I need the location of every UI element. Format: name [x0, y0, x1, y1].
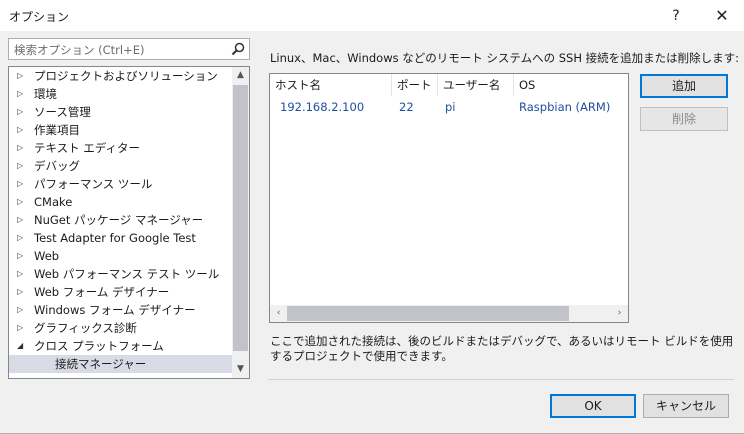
- cancel-button[interactable]: キャンセル: [643, 394, 729, 418]
- tree-item-label: Web: [34, 249, 60, 263]
- tree-item-label: 環境: [34, 87, 57, 101]
- expand-arrow-icon[interactable]: ▷: [17, 85, 27, 103]
- tree-item[interactable]: ▷ Web パフォーマンス テスト ツール: [9, 265, 232, 283]
- tree-item-label: Web パフォーマンス テスト ツール: [34, 267, 220, 281]
- expand-arrow-icon[interactable]: ▷: [17, 193, 27, 211]
- cell-os: Raspbian (ARM): [519, 100, 611, 114]
- expand-arrow-icon[interactable]: ▷: [17, 301, 27, 319]
- tree-item[interactable]: ▷ 作業項目: [9, 121, 232, 139]
- tree-item-label: ソース管理: [34, 105, 91, 119]
- options-tree[interactable]: ▷ プロジェクトおよびソリューション ▷ 環境 ▷ ソース管理 ▷ 作業項目 ▷ テキスト…: [8, 66, 250, 379]
- tree-vertical-scrollbar[interactable]: ▲ ▼: [232, 67, 249, 378]
- expand-arrow-icon[interactable]: ▷: [17, 67, 27, 85]
- expand-arrow-icon[interactable]: ▷: [17, 139, 27, 157]
- expand-arrow-icon[interactable]: ▷: [17, 229, 27, 247]
- add-button[interactable]: 追加: [640, 74, 728, 98]
- connections-note: ここで追加された接続は、後のビルドまたはデバッグで、あるいはリモート ビルドを使…: [270, 334, 734, 363]
- tree-item-label: 接続マネージャー: [55, 357, 147, 371]
- expand-arrow-icon[interactable]: ▷: [17, 247, 27, 265]
- tree-item-label: CMake: [34, 195, 73, 209]
- expand-arrow-icon[interactable]: ▷: [17, 103, 27, 121]
- connections-list[interactable]: ホスト名 ポート ユーザー名 OS 192.168.2.100 22 pi Ra…: [269, 73, 629, 323]
- expand-arrow-icon[interactable]: ▷: [17, 319, 27, 337]
- expand-arrow-icon[interactable]: ▷: [17, 211, 27, 229]
- collapse-arrow-icon[interactable]: ◢: [17, 337, 27, 355]
- column-header-os[interactable]: OS: [514, 74, 628, 96]
- list-horizontal-scrollbar[interactable]: ‹ ›: [270, 305, 628, 322]
- tree-item[interactable]: ▷ Web フォーム デザイナー: [9, 283, 232, 301]
- tree-item[interactable]: ▷ デバッグ: [9, 157, 232, 175]
- tree-item-label: グラフィックス診断: [34, 321, 137, 335]
- expand-arrow-icon[interactable]: ▷: [17, 175, 27, 193]
- cell-host: 192.168.2.100: [280, 100, 365, 114]
- scroll-down-icon[interactable]: ▼: [232, 361, 249, 378]
- scroll-up-icon[interactable]: ▲: [232, 67, 249, 84]
- tree-item-label: 作業項目: [34, 123, 80, 137]
- tree-item-label: テキスト エディター: [34, 141, 141, 155]
- expand-arrow-icon[interactable]: ▷: [17, 121, 27, 139]
- column-header-user[interactable]: ユーザー名: [438, 74, 514, 96]
- remove-button[interactable]: 削除: [640, 107, 728, 131]
- divider: [268, 379, 734, 380]
- scroll-thumb[interactable]: [233, 85, 248, 351]
- connections-description: Linux、Mac、Windows などのリモート システムへの SSH 接続を…: [270, 51, 740, 65]
- tree-item-label: Windows フォーム デザイナー: [34, 303, 196, 317]
- expand-arrow-icon[interactable]: ▷: [17, 157, 27, 175]
- search-placeholder: 検索オプション (Ctrl+E): [14, 43, 145, 57]
- tree-item[interactable]: ▷ グラフィックス診断: [9, 319, 232, 337]
- column-header-host[interactable]: ホスト名: [270, 74, 392, 96]
- cell-port: 22: [399, 100, 414, 114]
- tree-item-label: デバッグ: [34, 159, 80, 173]
- title-bar: オプション ? ✕: [0, 0, 744, 31]
- scroll-thumb[interactable]: [287, 306, 569, 321]
- tree-item[interactable]: ▷ CMake: [9, 193, 232, 211]
- scroll-right-icon[interactable]: ›: [611, 305, 628, 322]
- tree-item-label: パフォーマンス ツール: [34, 177, 153, 191]
- tree-item-label: NuGet パッケージ マネージャー: [34, 213, 204, 227]
- tree-item[interactable]: ▷ プロジェクトおよびソリューション: [9, 67, 232, 85]
- search-icon[interactable]: [230, 41, 246, 57]
- tree-item[interactable]: ▷ テキスト エディター: [9, 139, 232, 157]
- scroll-left-icon[interactable]: ‹: [270, 305, 287, 322]
- help-button[interactable]: ?: [654, 0, 698, 31]
- expand-arrow-icon[interactable]: ▷: [17, 265, 27, 283]
- expand-arrow-icon[interactable]: ▷: [17, 283, 27, 301]
- tree-item[interactable]: ▷ Web: [9, 247, 232, 265]
- tree-item[interactable]: ▷ 環境: [9, 85, 232, 103]
- tree-item[interactable]: ▷ NuGet パッケージ マネージャー: [9, 211, 232, 229]
- search-input[interactable]: 検索オプション (Ctrl+E): [8, 38, 250, 60]
- column-header-port[interactable]: ポート: [392, 74, 438, 96]
- close-button[interactable]: ✕: [700, 0, 744, 31]
- tree-item[interactable]: ▷ パフォーマンス ツール: [9, 175, 232, 193]
- tree-item-label: Test Adapter for Google Test: [34, 231, 196, 245]
- tree-item-connection-manager[interactable]: 接続マネージャー: [9, 355, 232, 373]
- tree-item-cross-platform[interactable]: ◢ クロス プラットフォーム: [9, 337, 232, 355]
- tree-item-label: クロス プラットフォーム: [34, 339, 164, 353]
- tree-rows: ▷ プロジェクトおよびソリューション ▷ 環境 ▷ ソース管理 ▷ 作業項目 ▷ テキスト…: [9, 67, 232, 373]
- tree-item-label: プロジェクトおよびソリューション: [34, 69, 218, 83]
- ok-button[interactable]: OK: [550, 394, 636, 418]
- cell-user: pi: [445, 100, 456, 114]
- tree-item[interactable]: ▷ Test Adapter for Google Test: [9, 229, 232, 247]
- tree-item-label: Web フォーム デザイナー: [34, 285, 170, 299]
- tree-item[interactable]: ▷ Windows フォーム デザイナー: [9, 301, 232, 319]
- window-title: オプション: [9, 10, 70, 24]
- tree-item[interactable]: ▷ ソース管理: [9, 103, 232, 121]
